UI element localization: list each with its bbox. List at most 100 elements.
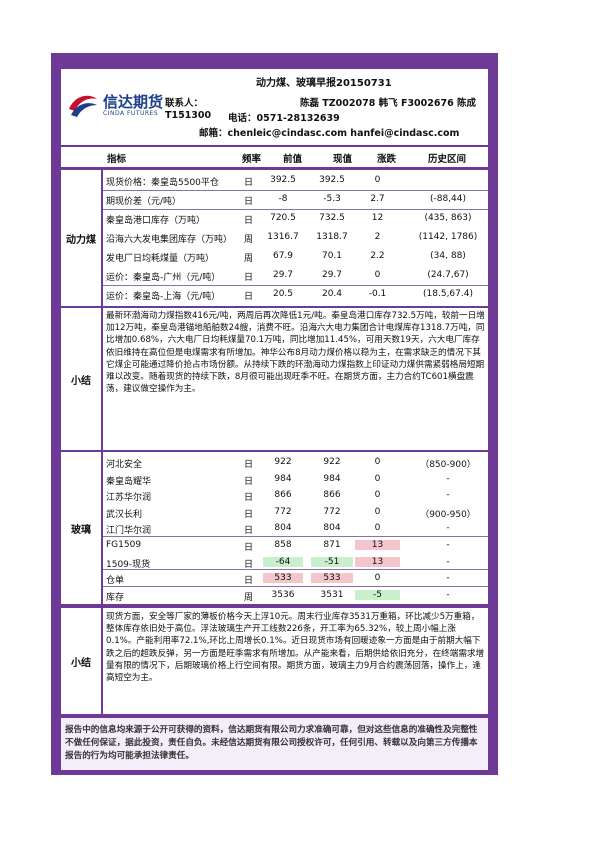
history-range: - bbox=[446, 523, 450, 534]
coal-section-label: 动力煤 bbox=[61, 170, 101, 306]
previous-value: 3536 bbox=[271, 589, 295, 600]
current-value: 732.5 bbox=[319, 213, 345, 223]
previous-value: 804 bbox=[274, 523, 292, 534]
company-logo: 信达期货 CINDA FUTURES bbox=[67, 91, 163, 121]
history-range: - bbox=[446, 573, 450, 584]
previous-value: 922 bbox=[274, 457, 292, 467]
previous-value: 866 bbox=[274, 490, 292, 501]
history-range: (34, 88) bbox=[430, 251, 466, 261]
coal-row: 沿海六大发电集团库存（万吨） 周 1316.7 1318.7 2 (1142, 1786) bbox=[103, 229, 488, 247]
history-range: - bbox=[446, 473, 450, 484]
glass-row: 江苏华尔润 日 866 866 0 - bbox=[103, 487, 488, 505]
indicator-name: 现货价格：秦皇岛5500平仓 bbox=[106, 178, 219, 188]
indicator-name: 秦皇岛港口库存（万吨） bbox=[106, 216, 206, 226]
contact-names: 陈磊 TZ002078 韩飞 F3002676 陈成 bbox=[300, 98, 477, 109]
previous-value: -8 bbox=[278, 194, 288, 204]
glass-summary-box: 现货方面，安全等厂家的薄板价格今天上浮10元。周末行业库存3531万重箱，环比减… bbox=[103, 608, 488, 714]
frequency: 日 bbox=[244, 493, 254, 504]
indicator-name: 秦皇岛耀华 bbox=[106, 476, 152, 487]
current-value: -5.3 bbox=[323, 194, 341, 204]
coal-row: 运价：秦皇岛-广州（元/吨） 日 29.7 29.7 0 (24.7,67) bbox=[103, 267, 488, 285]
indicator-name: 江苏华尔润 bbox=[106, 493, 152, 504]
current-value: 533 bbox=[311, 573, 353, 584]
history-range: （850-900） bbox=[420, 460, 476, 470]
history-range: （900-950） bbox=[420, 509, 476, 520]
previous-value: 1316.7 bbox=[267, 232, 299, 242]
indicator-name: FG1509 bbox=[106, 540, 142, 550]
change-value: 0 bbox=[374, 473, 381, 484]
change-value: 12 bbox=[371, 213, 384, 223]
contact-email[interactable]: 邮箱：chenleic@cindasc.com hanfei@cindasc.c… bbox=[199, 125, 459, 139]
indicator-name: 期现价差（元/吨） bbox=[106, 197, 182, 207]
indicator-name: 1509-现货 bbox=[106, 559, 151, 570]
change-value: 0 bbox=[374, 506, 381, 517]
current-value: 922 bbox=[323, 457, 341, 467]
frequency: 日 bbox=[244, 197, 254, 207]
change-value: 0 bbox=[374, 523, 381, 534]
coal-row: 运价：秦皇岛-上海（元/吨） 日 20.5 20.4 -0.1 (18.5,67.4) bbox=[103, 286, 488, 304]
indicator-name: 江门华尔润 bbox=[106, 526, 152, 537]
history-range: (24.7,67) bbox=[427, 270, 469, 280]
coal-table: 现货价格：秦皇岛5500平仓日 392.5 392.5 0 期现价差（元/吨）日 -8 -5… bbox=[103, 170, 488, 306]
previous-value: 858 bbox=[274, 540, 292, 550]
previous-value: 533 bbox=[263, 573, 303, 584]
history-range: (18.5,67.4) bbox=[423, 289, 473, 299]
coal-summary-label: 小结 bbox=[61, 308, 101, 450]
current-value: 20.4 bbox=[321, 289, 343, 299]
history-range: - bbox=[446, 490, 450, 501]
coal-summary-box: 最新环渤海动力煤指数416元/吨，两周后再次降低1元/吨。秦皇岛港口库存732.… bbox=[103, 308, 488, 450]
current-value: 70.1 bbox=[321, 251, 343, 261]
glass-row: 库存 周 3536 3531 -5 - bbox=[103, 587, 488, 605]
current-value: -51 bbox=[311, 556, 353, 567]
change-value: 13 bbox=[355, 540, 400, 550]
report-title: 动力煤、玻璃早报20150731 bbox=[256, 78, 392, 89]
frequency: 日 bbox=[244, 460, 254, 470]
col-history: 历史区间 bbox=[428, 154, 467, 165]
current-value: 866 bbox=[323, 490, 341, 501]
change-value: 0 bbox=[374, 490, 381, 501]
indicator-name: 运价：秦皇岛-广州（元/吨） bbox=[106, 273, 221, 283]
indicator-name: 发电厂日均耗煤量（万吨） bbox=[106, 254, 215, 264]
frequency: 日 bbox=[244, 543, 254, 553]
coal-row: 秦皇岛港口库存（万吨） 日 720.5 732.5 12 (435, 863) bbox=[103, 210, 488, 228]
frequency: 日 bbox=[244, 216, 254, 226]
coal-row: 发电厂日均耗煤量（万吨） 周 67.9 70.1 2.2 (34, 88) bbox=[103, 248, 488, 266]
change-value: 2.2 bbox=[370, 251, 385, 261]
history-range: (1142, 1786) bbox=[418, 232, 478, 242]
contact-label: 联系人： bbox=[165, 98, 204, 109]
current-value: 984 bbox=[323, 473, 341, 484]
change-value: 2.7 bbox=[370, 194, 385, 204]
col-previous: 前值 bbox=[283, 154, 303, 165]
logo-english-text: CINDA FUTURES bbox=[103, 110, 159, 117]
current-value: 804 bbox=[323, 523, 341, 534]
history-range: (435, 863) bbox=[424, 213, 472, 223]
table-column-headers: 指标 频率 前值 现值 涨跌 历史区间 bbox=[61, 147, 488, 167]
logo-emblem-icon bbox=[69, 95, 97, 117]
glass-table: 河北安全日 922 922 0 （850-900） 秦皇岛耀华日 984 984 0- 江苏华尔润… bbox=[103, 452, 488, 604]
col-current: 现值 bbox=[333, 154, 353, 165]
current-value: 772 bbox=[323, 506, 341, 517]
previous-value: 392.5 bbox=[270, 175, 296, 185]
coal-row: 期现价差（元/吨） 日 -8 -5.3 2.7 (-88,44) bbox=[103, 191, 488, 209]
current-value: 392.5 bbox=[319, 175, 345, 185]
current-value: 871 bbox=[323, 540, 341, 550]
previous-value: -64 bbox=[263, 556, 303, 567]
previous-value: 984 bbox=[274, 473, 292, 484]
frequency: 日 bbox=[244, 476, 254, 487]
history-range: - bbox=[446, 540, 450, 550]
indicator-name: 库存 bbox=[106, 592, 125, 603]
indicator-name: 沿海六大发电集团库存（万吨） bbox=[106, 235, 233, 245]
current-value: 1318.7 bbox=[316, 232, 348, 242]
indicator-name: 运价：秦皇岛-上海（元/吨） bbox=[106, 292, 221, 302]
indicator-name: 河北安全 bbox=[106, 460, 143, 470]
glass-row: 武汉长利 日 772 772 0 （900-950） bbox=[103, 504, 488, 522]
frequency: 周 bbox=[244, 235, 254, 245]
frequency: 日 bbox=[244, 559, 254, 570]
logo-chinese-text: 信达期货 bbox=[103, 93, 164, 111]
frequency: 日 bbox=[244, 178, 254, 188]
coal-row: 现货价格：秦皇岛5500平仓 日 392.5 392.5 0 bbox=[103, 172, 488, 190]
coal-summary-text: 最新环渤海动力煤指数416元/吨，两周后再次降低1元/吨。秦皇岛港口库存732.… bbox=[106, 311, 485, 395]
frequency: 日 bbox=[244, 273, 254, 283]
col-indicator: 指标 bbox=[107, 154, 127, 165]
indicator-name: 仓单 bbox=[106, 576, 125, 587]
